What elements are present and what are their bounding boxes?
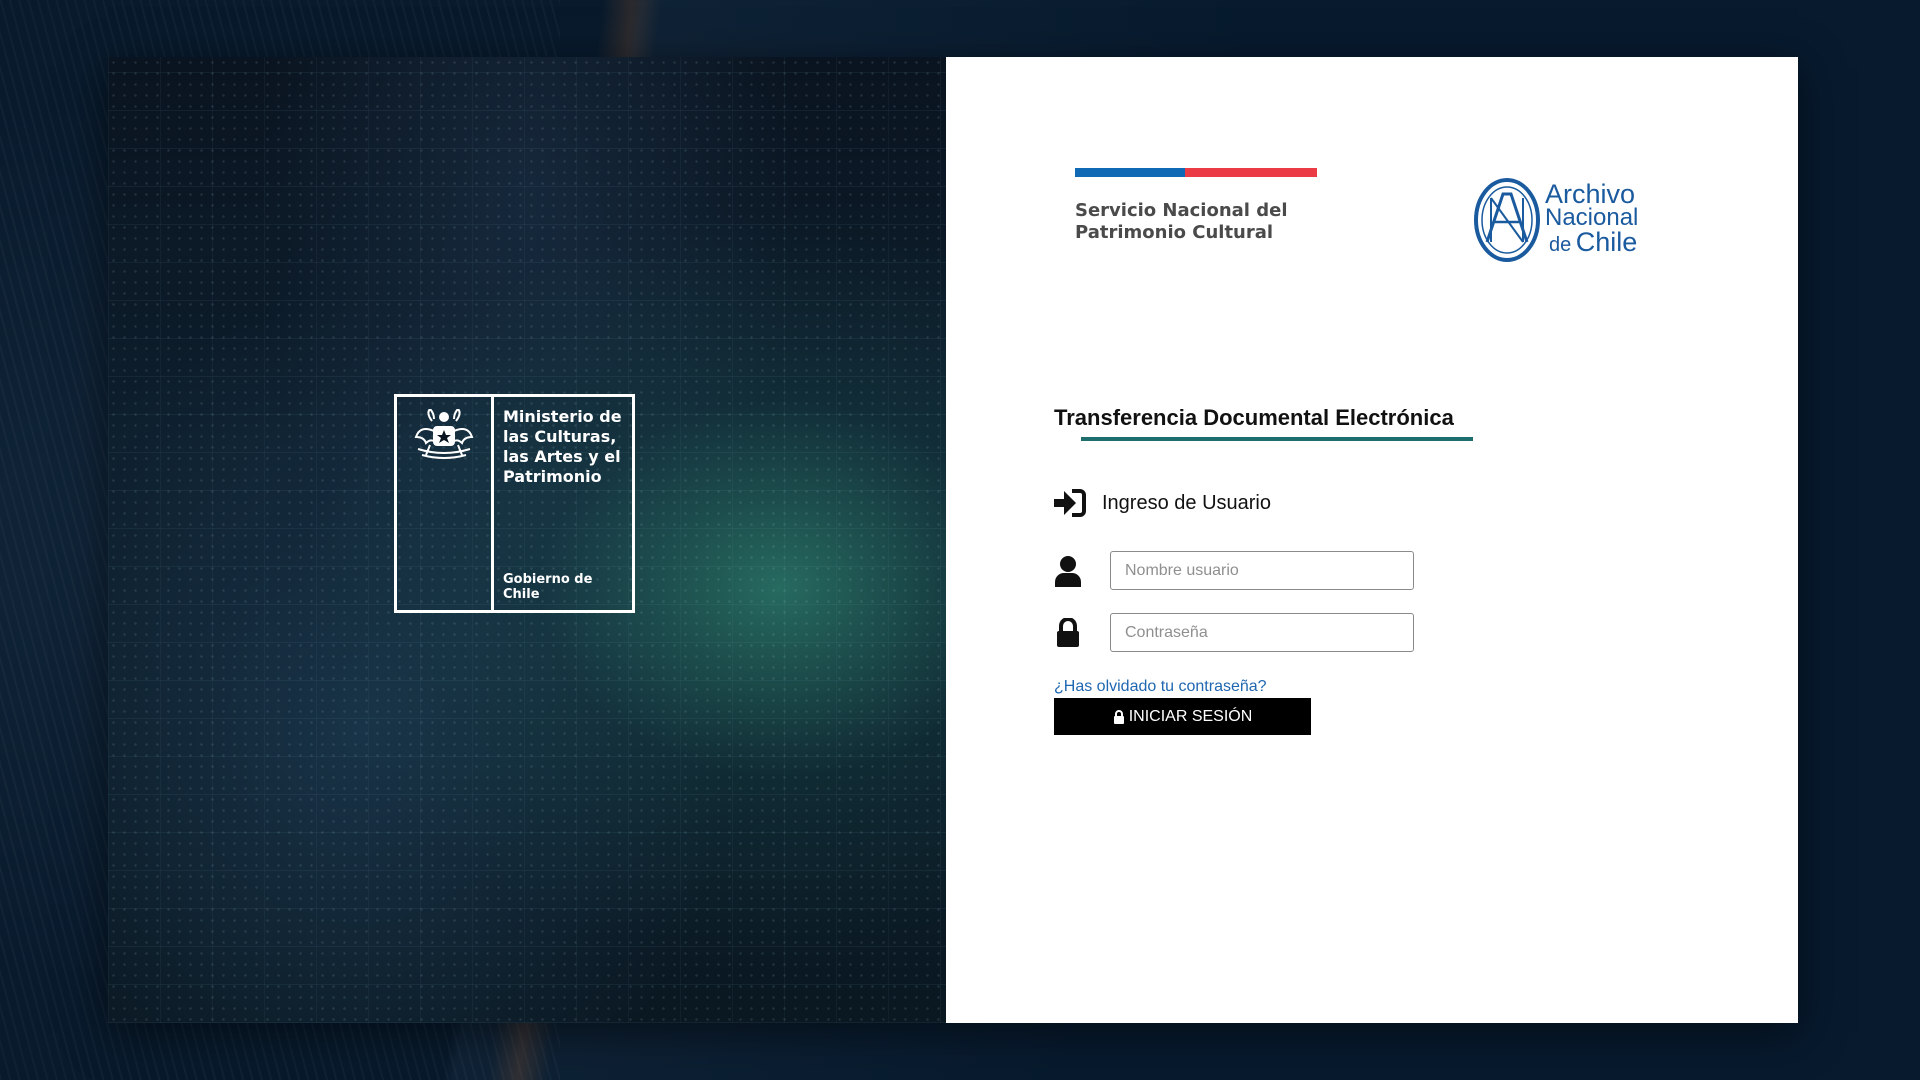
login-button[interactable]: INICIAR SESIÓN [1054, 698, 1311, 735]
hero-image-panel: Ministerio de las Culturas, las Artes y … [108, 57, 946, 1023]
ministry-name: Ministerio de las Culturas, las Artes y … [503, 407, 622, 486]
archivo-nacional-logo: Archivo Nacional de Chile [1473, 175, 1648, 265]
app-title: Transferencia Documental Electrónica [1054, 405, 1454, 430]
government-name: Gobierno de Chile [503, 572, 593, 602]
login-heading: Ingreso de Usuario [1054, 489, 1271, 517]
username-row [1054, 551, 1414, 590]
username-input[interactable] [1110, 551, 1414, 590]
login-panel: Servicio Nacional del Patrimonio Cultura… [946, 57, 1798, 1023]
password-row [1054, 613, 1414, 652]
password-input[interactable] [1110, 613, 1414, 652]
lock-icon [1113, 709, 1124, 724]
forgot-password-link[interactable]: ¿Has olvidado tu contraseña? [1054, 678, 1267, 696]
title-underline [1081, 437, 1473, 441]
login-heading-label: Ingreso de Usuario [1102, 491, 1271, 514]
archivo-nacional-text: Archivo Nacional de Chile [1545, 178, 1639, 257]
login-card: Ministerio de las Culturas, las Artes y … [108, 57, 1798, 1023]
snpc-logo-text: Servicio Nacional del Patrimonio Cultura… [1075, 200, 1288, 243]
login-button-label: INICIAR SESIÓN [1128, 707, 1253, 725]
snpc-flag-bar [1075, 168, 1317, 177]
lock-icon [1054, 617, 1082, 649]
user-icon [1054, 555, 1082, 587]
ministry-logo: Ministerio de las Culturas, las Artes y … [394, 394, 635, 613]
sign-in-icon [1054, 489, 1086, 517]
chile-coat-of-arms-icon [414, 409, 474, 459]
archivo-nacional-emblem-icon [1474, 178, 1540, 262]
